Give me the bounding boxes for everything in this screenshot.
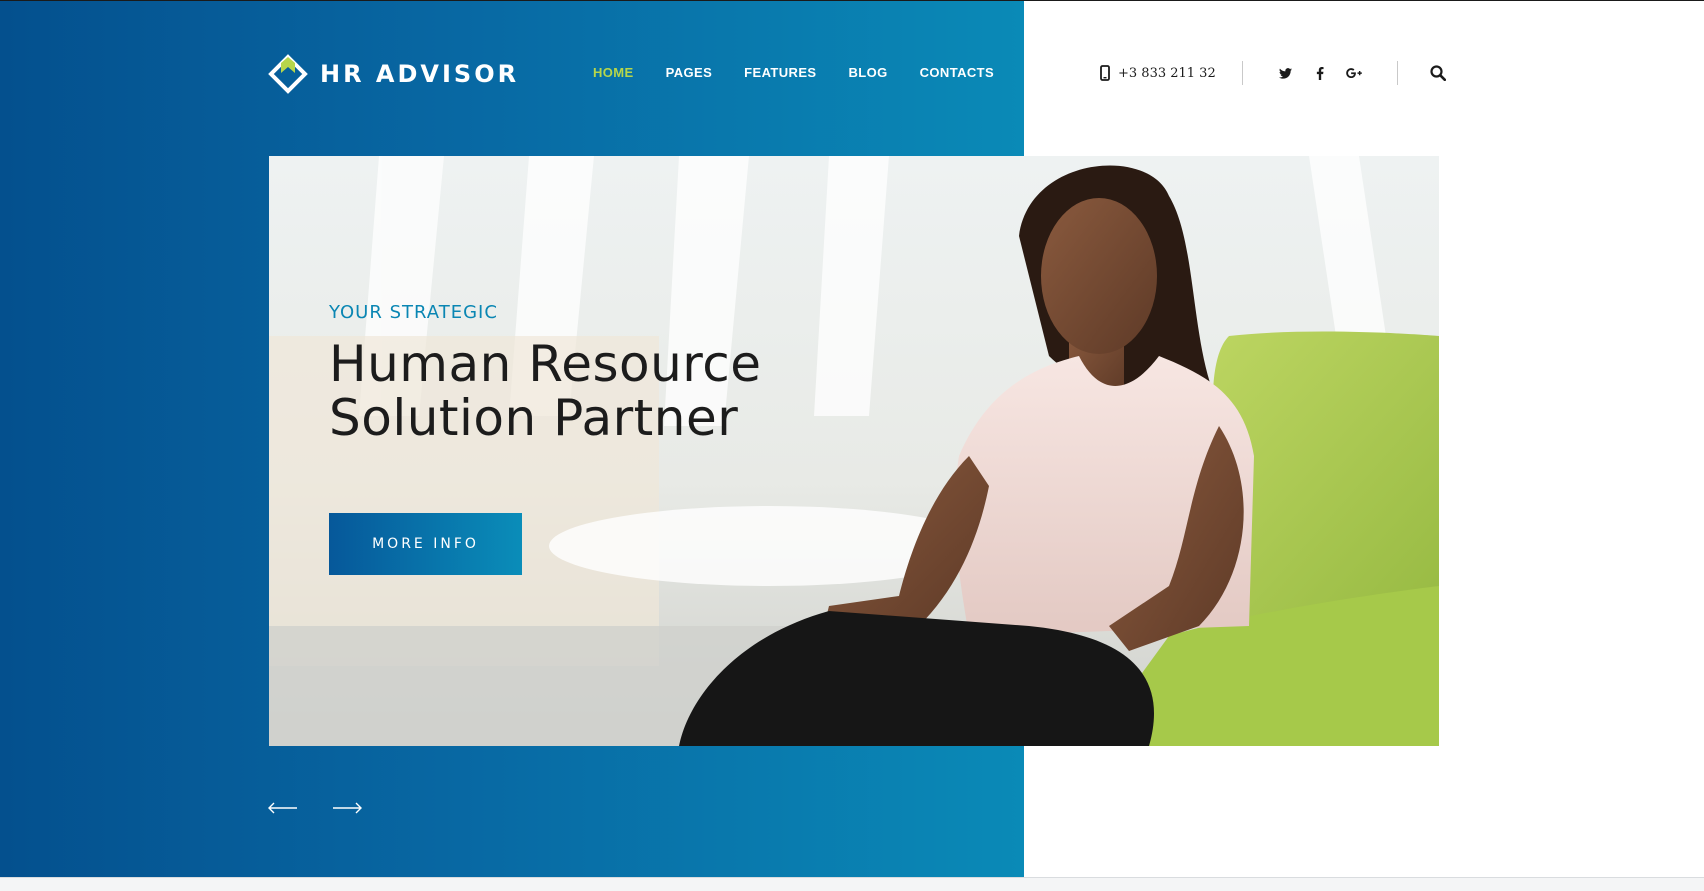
nav-item-contacts[interactable]: CONTACTS	[920, 65, 994, 80]
bottom-strip	[0, 877, 1704, 891]
search-button[interactable]	[1430, 65, 1446, 81]
facebook-link[interactable]	[1303, 66, 1337, 80]
more-info-button[interactable]: MORE INFO	[329, 513, 522, 575]
hero-text: YOUR STRATEGIC Human Resource Solution P…	[329, 302, 762, 445]
google-plus-icon	[1345, 67, 1362, 78]
hero-headline: Human Resource Solution Partner	[329, 337, 762, 445]
phone-text: +3 833 211 32	[1118, 65, 1216, 81]
divider	[1241, 61, 1243, 85]
slider-controls	[267, 800, 395, 816]
social-links	[1269, 66, 1371, 80]
nav-item-pages[interactable]: PAGES	[666, 65, 713, 80]
twitter-link[interactable]	[1269, 67, 1303, 79]
diamond-arrow-logo-icon	[268, 54, 308, 94]
arrow-right-icon[interactable]	[331, 800, 363, 816]
nav-item-features[interactable]: FEATURES	[744, 65, 816, 80]
arrow-left-icon[interactable]	[267, 800, 299, 816]
facebook-icon	[1316, 66, 1324, 80]
logo-link[interactable]: HR ADVISOR	[268, 54, 519, 94]
hero-headline-line1: Human Resource	[329, 335, 762, 393]
mobile-phone-icon	[1100, 65, 1110, 81]
nav-item-home[interactable]: HOME	[593, 65, 634, 80]
brand-name: HR ADVISOR	[320, 60, 520, 88]
hero-eyebrow: YOUR STRATEGIC	[329, 302, 498, 323]
main-nav: HOME PAGES FEATURES BLOG CONTACTS	[593, 65, 1026, 80]
twitter-icon	[1279, 67, 1293, 79]
hero-headline-line2: Solution Partner	[329, 389, 739, 447]
phone-number[interactable]: +3 833 211 32	[1100, 65, 1216, 81]
header-tools: +3 833 211 32	[1100, 58, 1446, 88]
hero-slide: YOUR STRATEGIC Human Resource Solution P…	[269, 156, 1439, 746]
divider	[1396, 61, 1398, 85]
search-icon	[1430, 65, 1446, 81]
google-plus-link[interactable]	[1337, 67, 1371, 80]
nav-item-blog[interactable]: BLOG	[848, 65, 887, 80]
hero-photo	[269, 156, 1439, 746]
